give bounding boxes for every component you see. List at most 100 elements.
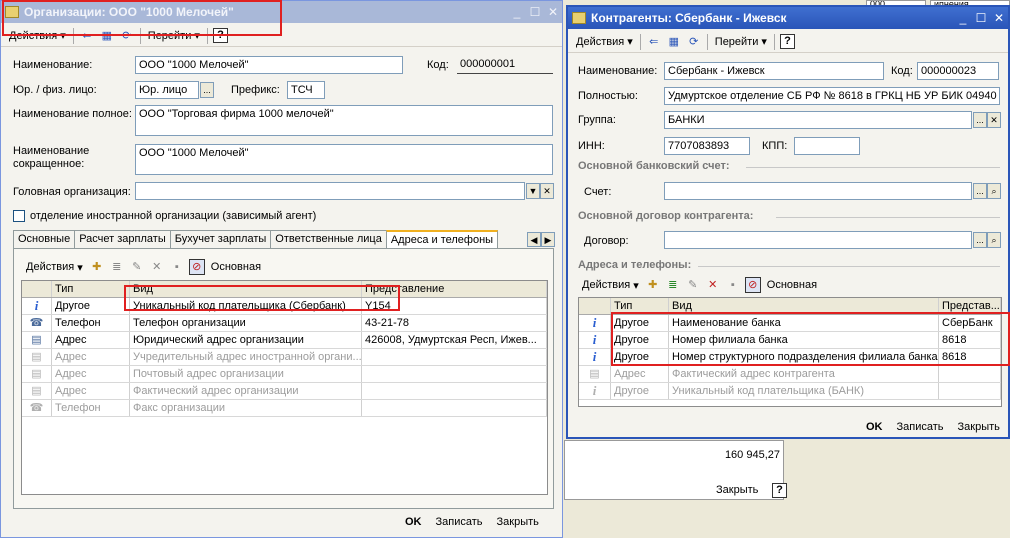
org-name-field[interactable]: ООО "1000 Мелочей" [135,56,403,74]
cp-goto-menu[interactable]: Перейти ▾ [711,32,771,51]
maximize-icon[interactable]: ☐ [526,5,544,19]
set-main-icon[interactable]: ⊘ [188,259,205,275]
type-column-header[interactable]: Тип [52,281,130,297]
close-button[interactable]: Закрыть [497,516,539,528]
back-arrow-icon[interactable]: ⇐ [646,34,662,50]
highlight-org-title [2,0,282,36]
grid-actions-menu[interactable]: Действия ▾ [578,276,643,295]
org-legal-field[interactable]: Юр. лицо [135,81,199,99]
tab-scroll-left-icon[interactable]: ◀ [527,232,541,247]
cell-kind: Учредительный адрес иностранной органи..… [130,349,362,365]
add-row-icon[interactable]: ✚ [645,277,661,293]
cp-contract-field[interactable] [664,231,972,249]
tab-addresses[interactable]: Адреса и телефоны [385,230,499,250]
window-icon [572,12,586,24]
foreign-org-checkbox[interactable] [13,210,25,222]
table-row[interactable]: ▤ Адрес Почтовый адрес организации [22,366,547,383]
cp-actions-menu[interactable]: Действия ▾ [572,32,637,51]
cp-kpp-field[interactable] [794,137,860,155]
refresh-icon[interactable]: ⟳ [686,34,702,50]
org-code-field[interactable]: 000000001 [457,56,553,74]
section-divider [776,217,1000,218]
org-head-field[interactable] [135,182,525,200]
table-row[interactable]: ▤ Адрес Юридический адрес организации 42600… [22,332,547,349]
set-main-icon[interactable]: ⊘ [744,277,761,293]
delete-row-icon[interactable]: ✕ [705,277,721,293]
post-row-icon[interactable]: ▪ [169,259,185,275]
cell-type: Адрес [611,366,669,382]
address-icon-glyph: ▤ [31,334,42,346]
phone-icon-glyph: ☎ [29,402,44,414]
cp-full-field[interactable]: Удмуртское отделение СБ РФ № 8618 в ГРКЦ… [664,87,1000,105]
help-button[interactable]: ? [779,34,795,49]
org-fullname-field[interactable]: ООО "Торговая фирма 1000 мелочей" [135,105,553,136]
bg-help-button[interactable]: ? [772,483,787,498]
clear-icon[interactable]: ✕ [987,112,1001,128]
table-row[interactable]: ▤ Адрес Учредительный адрес иностранной ор… [22,349,547,366]
structure-icon[interactable]: ▦ [666,34,682,50]
cell-type: Другое [52,298,130,314]
tab-scroll-right-icon[interactable]: ▶ [541,232,555,247]
clear-icon[interactable]: ✕ [540,183,554,199]
table-row[interactable]: ▤ Адрес Фактический адрес организации [22,383,547,400]
close-icon[interactable]: ✕ [990,11,1008,25]
minimize-icon[interactable]: _ [508,5,526,19]
tab-main[interactable]: Основные [13,230,76,250]
select-button[interactable]: ... [973,232,987,248]
ok-button[interactable]: OK [405,516,422,528]
org-shortname-field[interactable]: ООО "1000 Мелочей" [135,144,553,175]
cp-group-field[interactable]: БАНКИ [664,111,972,129]
set-main-button[interactable]: Основная [763,276,821,295]
grid-actions-menu[interactable]: Действия ▾ [22,258,87,277]
org-grid-body: i Другое Уникальный код плательщика (Сберб… [22,298,547,417]
select-button[interactable]: ... [973,183,987,199]
save-button[interactable]: Записать [897,421,944,433]
minimize-icon[interactable]: _ [954,11,972,25]
table-row[interactable]: ☎ Телефон Телефон организации 43-21-78 [22,315,547,332]
ok-button[interactable]: OK [866,421,883,433]
cp-goto-label: Перейти [714,35,759,48]
save-button[interactable]: Записать [436,516,483,528]
close-button[interactable]: Закрыть [958,421,1000,433]
bg-close-button[interactable]: Закрыть [716,484,758,496]
info-icon-glyph: i [592,383,597,398]
cp-name-field[interactable]: Сбербанк - Ижевск [664,62,884,80]
cp-account-field[interactable] [664,182,972,200]
search-icon[interactable]: ⌕ [987,232,1001,248]
org-code-label: Код: [427,59,449,71]
table-row[interactable]: ☎ Телефон Факс организации [22,400,547,417]
set-main-button[interactable]: Основная [207,258,265,277]
cell-value [362,366,547,382]
select-button[interactable]: ... [200,82,214,98]
tab-responsible[interactable]: Ответственные лица [270,230,387,250]
close-icon[interactable]: ✕ [544,5,562,19]
maximize-icon[interactable]: ☐ [972,11,990,25]
add-row-icon[interactable]: ✚ [89,259,105,275]
cell-kind: Юридический адрес организации [130,332,362,348]
delete-row-icon[interactable]: ✕ [149,259,165,275]
cp-toolbar: Действия ▾ ⇐ ▦ ⟳ Перейти ▾ ? [568,31,1008,53]
cell-type: Адрес [52,349,130,365]
cp-inn-field[interactable]: 7707083893 [664,137,750,155]
edit-row-icon[interactable]: ✎ [129,259,145,275]
edit-row-icon[interactable]: ✎ [685,277,701,293]
select-button[interactable]: ... [973,112,987,128]
copy-row-icon[interactable]: ≣ [665,277,681,293]
copy-row-icon[interactable]: ≣ [109,259,125,275]
table-row[interactable]: i Другое Уникальный код плательщика (БАНК) [579,383,1001,400]
tab-accounting[interactable]: Бухучет зарплаты [169,230,272,250]
cell-kind: Фактический адрес организации [130,383,362,399]
grid-actions-label: Действия [26,261,75,273]
cell-type: Телефон [52,400,130,416]
table-row[interactable]: ▤ Адрес Фактический адрес контрагента [579,366,1001,383]
chevron-down-icon[interactable]: ▼ [526,183,540,199]
cp-code-field[interactable]: 000000023 [917,62,999,80]
tab-payroll[interactable]: Расчет зарплаты [74,230,171,250]
post-row-icon[interactable]: ▪ [725,277,741,293]
org-prefix-field[interactable]: ТСЧ [287,81,325,99]
cp-account-label: Счет: [584,186,612,198]
grid-actions-label: Действия [582,279,631,291]
search-icon[interactable]: ⌕ [987,183,1001,199]
cp-title-bar[interactable]: Контрагенты: Сбербанк - Ижевск _ ☐ ✕ [568,7,1008,29]
section-divider [746,167,1000,168]
